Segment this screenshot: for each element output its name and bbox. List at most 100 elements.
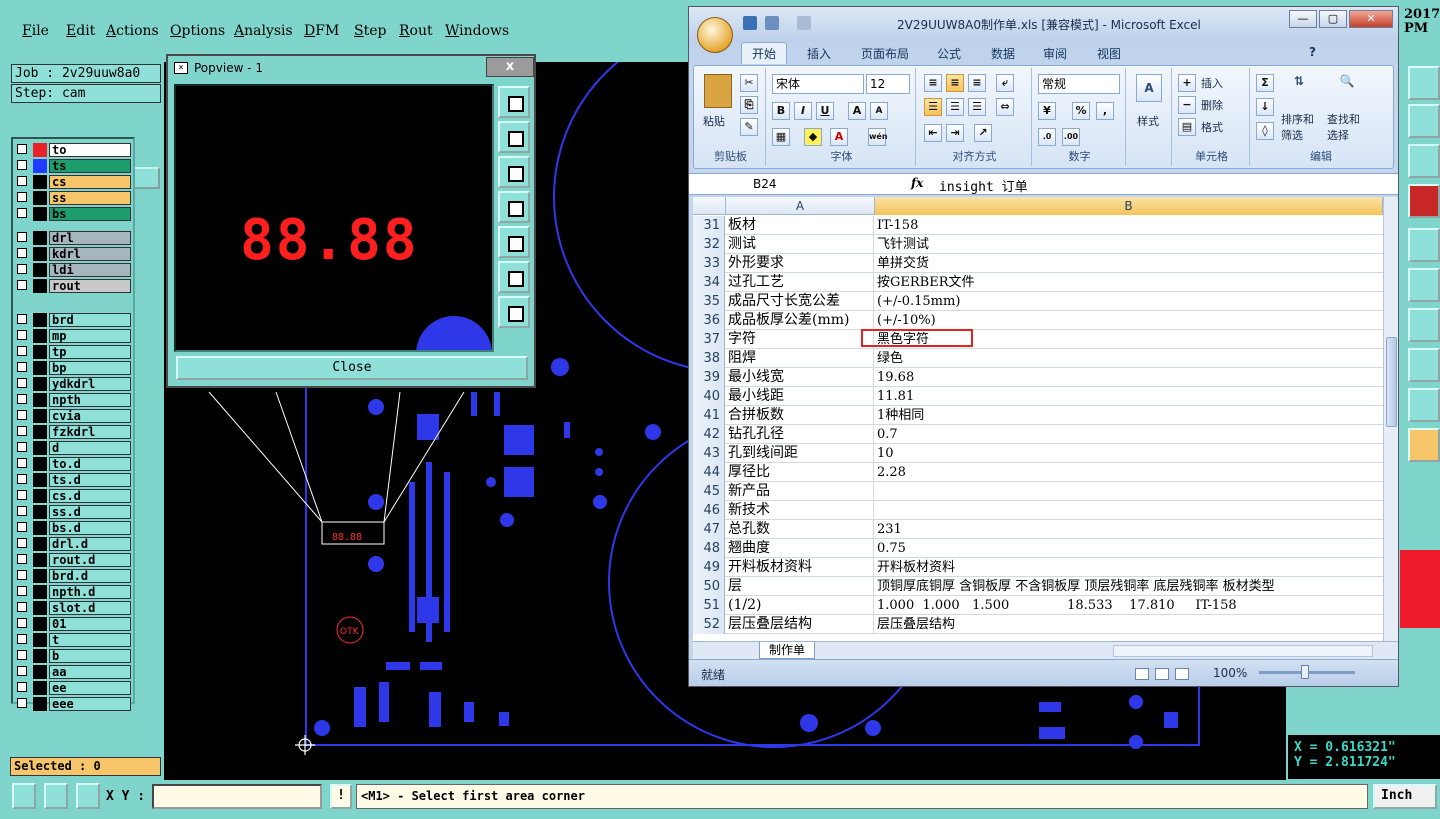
layer-checkbox[interactable] [17,682,27,692]
row-number[interactable]: 33 [693,254,725,273]
layer-checkbox[interactable] [17,314,27,324]
menu-file[interactable]: File [22,23,49,39]
layer-swatch[interactable] [33,505,47,519]
select-button[interactable]: 选择 [1326,126,1350,146]
layer-name[interactable]: ss.d [49,505,131,519]
page-break-view-icon[interactable] [1175,668,1189,680]
cell-a[interactable]: 成品尺寸长宽公差 [726,292,874,311]
paste-icon[interactable] [704,74,732,108]
layer-name[interactable]: cs [49,175,131,189]
layer-name[interactable]: mp [49,329,131,343]
cell-a[interactable]: 外形要求 [726,254,874,273]
cell-a[interactable]: 字符 [726,330,874,349]
snap-icon[interactable] [1408,104,1440,138]
cell-a[interactable]: 新产品 [726,482,874,501]
delete-cells-button[interactable]: 删除 [1200,96,1224,116]
save-icon[interactable] [743,16,757,30]
layer-swatch[interactable] [33,377,47,391]
layer-swatch[interactable] [33,553,47,567]
align-left-icon[interactable]: ☰ [924,98,942,116]
cell-a[interactable]: 总孔数 [726,520,874,539]
row-number[interactable]: 35 [693,292,725,311]
layer-checkbox[interactable] [17,506,27,516]
cell-b[interactable]: 1种相同 [875,406,1383,425]
layer-swatch[interactable] [33,361,47,375]
layer-checkbox[interactable] [17,264,27,274]
cell-b[interactable]: 19.68 [875,368,1383,387]
format-painter-icon[interactable]: ✎ [740,118,758,136]
filter-button[interactable]: 筛选 [1280,126,1304,146]
layer-swatch[interactable] [33,175,47,189]
layer-name[interactable]: ydkdrl [49,377,131,391]
measure-icon[interactable] [1408,388,1440,422]
layer-row[interactable]: t [15,633,133,647]
sort-filter-icon[interactable]: ⇅ [1286,74,1312,98]
cell-b[interactable] [875,501,1383,520]
normal-view-icon[interactable] [1135,668,1149,680]
layer-name[interactable]: ts.d [49,473,131,487]
layer-checkbox[interactable] [17,346,27,356]
row-number[interactable]: 45 [693,482,725,501]
cell-styles-icon[interactable]: A [1136,74,1162,102]
layer-row[interactable]: drl [15,231,133,245]
font-size-select[interactable]: 12 [866,74,910,94]
layer-checkbox[interactable] [17,144,27,154]
layer-row[interactable]: cs.d [15,489,133,503]
layer-checkbox[interactable] [17,280,27,290]
layer-name[interactable]: drl.d [49,537,131,551]
cell-b[interactable]: 231 [875,520,1383,539]
grid-icon[interactable] [76,783,100,809]
cell-a[interactable]: 板材 [726,216,874,235]
cell-b[interactable]: 11.81 [875,387,1383,406]
minimize-button[interactable]: — [1289,10,1317,28]
layer-swatch[interactable] [33,425,47,439]
layer-checkbox[interactable] [17,586,27,596]
close-button[interactable]: ✕ [1349,10,1393,28]
menu-rout[interactable]: Rout [399,23,433,39]
layer-swatch[interactable] [33,143,47,157]
layer-name[interactable]: aa [49,665,131,679]
layer-row[interactable]: ydkdrl [15,377,133,391]
layer-checkbox[interactable] [17,634,27,644]
row-number[interactable]: 49 [693,558,725,577]
layer-name[interactable]: kdrl [49,247,131,261]
net-icon[interactable] [1408,184,1440,218]
layer-row[interactable]: aa [15,665,133,679]
layer-swatch[interactable] [33,473,47,487]
align-right-icon[interactable]: ☰ [968,98,986,116]
maximize-button[interactable]: ▢ [1319,10,1347,28]
row-number[interactable]: 52 [693,615,725,634]
cell-b[interactable]: 顶铜厚底铜厚 含铜板厚 不含铜板厚 顶层残铜率 底层残铜率 板材类型 [875,577,1383,596]
layer-swatch[interactable] [33,279,47,293]
layer-swatch[interactable] [33,585,47,599]
column-header-b[interactable]: B [875,197,1383,215]
layer-checkbox[interactable] [17,458,27,468]
layer-checkbox[interactable] [17,410,27,420]
currency-icon[interactable]: ¥ [1038,102,1056,120]
row-number[interactable]: 37 [693,330,725,349]
menu-step[interactable]: Step [354,23,386,39]
pv-zoom-icon[interactable] [498,86,530,118]
layer-row[interactable]: ts [15,159,133,173]
format-cells-button[interactable]: 格式 [1200,118,1224,138]
layer-checkbox[interactable] [17,490,27,500]
styles-button[interactable]: 样式 [1136,112,1160,132]
merge-icon[interactable]: ⇔ [996,98,1014,116]
row-number[interactable]: 51 [693,596,725,615]
layer-swatch[interactable] [33,569,47,583]
layer-row[interactable]: to.d [15,457,133,471]
cell-b[interactable]: 层压叠层结构 [875,615,1383,634]
warning-icon[interactable]: ! [330,784,352,809]
decrease-decimal-icon[interactable]: .00 [1062,128,1080,146]
zoom-level[interactable]: 100% [1213,666,1247,680]
layer-name[interactable]: rout.d [49,553,131,567]
row-number[interactable]: 46 [693,501,725,520]
cell-a[interactable]: 钻孔孔径 [726,425,874,444]
spreadsheet-grid[interactable]: A B 31 板材 IT-158 32 测试 飞针测试 33 外形要求 单拼交货 34 过孔工艺 按G… [693,197,1383,641]
layer-swatch[interactable] [33,393,47,407]
layer-swatch[interactable] [33,247,47,261]
office-button-icon[interactable] [697,17,733,53]
layer-name[interactable]: ldi [49,263,131,277]
layer-swatch[interactable] [33,191,47,205]
layer-checkbox[interactable] [17,378,27,388]
